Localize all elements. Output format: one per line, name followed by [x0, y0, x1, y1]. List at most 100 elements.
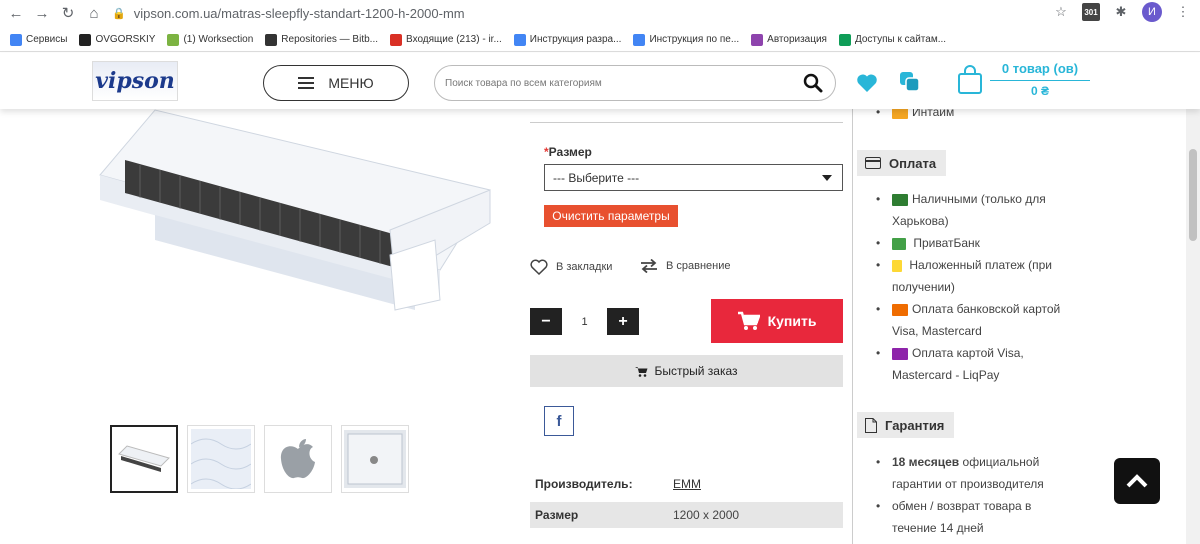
search-input[interactable]: Поиск товара по всем категориям: [434, 65, 836, 101]
quantity-input[interactable]: 1: [562, 308, 607, 335]
scroll-to-top-button[interactable]: [1114, 458, 1160, 504]
quantity-minus-button[interactable]: −: [530, 308, 562, 335]
cart-bag-icon[interactable]: [956, 65, 984, 95]
product-main-image[interactable]: [95, 105, 495, 315]
bookmark-item[interactable]: Входящие (213) - ir...: [390, 33, 502, 46]
facebook-share-button[interactable]: f: [544, 406, 574, 436]
quick-order-button[interactable]: Быстрый заказ: [530, 355, 843, 387]
bookmark-item[interactable]: Инструкция разра...: [513, 33, 622, 46]
heart-icon[interactable]: [856, 73, 878, 93]
bookmark-label: Сервисы: [26, 34, 68, 45]
bookmark-label: Инструкция разра...: [529, 34, 622, 45]
puzzle-icon[interactable]: ✱: [1112, 3, 1130, 21]
payment-item: • ПриватБанк: [876, 236, 980, 250]
bookmark-favicon-icon: [751, 33, 764, 46]
payment-label: Оплата банковской картой Visa, Mastercar…: [892, 302, 1061, 338]
bookmark-item[interactable]: (1) Worksection: [167, 33, 254, 46]
cart-summary[interactable]: 0 товар (ов) 0 ₴: [990, 61, 1090, 98]
bookmark-favicon-icon: [167, 33, 180, 46]
bookmark-item[interactable]: Авторизация: [751, 33, 827, 46]
hamburger-icon: [298, 77, 315, 89]
search-icon[interactable]: [803, 73, 823, 93]
spec-key: Производитель:: [535, 477, 633, 491]
star-icon[interactable]: ☆: [1052, 3, 1070, 21]
bookmark-favicon-icon: [633, 33, 646, 46]
payment-item: • Оплата банковской картой Visa, Masterca…: [876, 302, 1061, 338]
thumbnail-3[interactable]: [264, 425, 332, 493]
profile-avatar[interactable]: И: [1142, 2, 1162, 22]
cart-icon: [737, 311, 760, 330]
menu-button[interactable]: МЕНЮ: [263, 65, 409, 101]
spec-key: Размер: [535, 508, 579, 522]
quantity-plus-button[interactable]: +: [607, 308, 639, 335]
heart-outline-icon: [530, 259, 548, 275]
forward-icon[interactable]: →: [32, 3, 52, 23]
menu-label: МЕНЮ: [328, 75, 374, 91]
wishlist-link[interactable]: В закладки: [530, 259, 612, 275]
home-icon[interactable]: ⌂: [84, 3, 104, 23]
payment-label: ПриватБанк: [910, 236, 980, 250]
bookmark-label: Доступы к сайтам...: [854, 34, 947, 45]
bookmark-item[interactable]: Сервисы: [10, 33, 68, 46]
size-label: *Размер: [544, 145, 592, 159]
reload-icon[interactable]: ↻: [58, 3, 78, 23]
kebab-menu-icon[interactable]: ⋮: [1174, 3, 1192, 21]
cart-small-icon: [635, 366, 648, 377]
thumbnail-strip: [110, 425, 409, 493]
lock-icon: 🔒: [112, 7, 126, 20]
site-header: vipson МЕНЮ Поиск товара по всем категор…: [0, 53, 1200, 109]
bookmark-favicon-icon: [79, 33, 92, 46]
manufacturer-link[interactable]: EMM: [673, 477, 701, 491]
compare-label: В сравнение: [666, 260, 731, 272]
compare-link[interactable]: В сравнение: [640, 259, 731, 273]
payment-label: Оплата картой Visa, Mastercard - LiqPay: [892, 346, 1024, 382]
back-icon[interactable]: ←: [6, 3, 26, 23]
bookmark-favicon-icon: [513, 33, 526, 46]
chevron-down-icon: [822, 175, 832, 181]
cart-count: 0 товар (ов): [1001, 61, 1079, 76]
page-scrollbar[interactable]: [1186, 109, 1200, 544]
cart-sum: 0 ₴: [1030, 84, 1049, 98]
buy-button[interactable]: Купить: [711, 299, 843, 343]
payment-label: Наложенный платеж (при получении): [892, 258, 1053, 294]
size-label-text: Размер: [548, 145, 592, 159]
warranty-item: • 18 месяцев официальной гарантии от прои…: [876, 455, 1044, 491]
document-icon: [865, 417, 877, 433]
address-bar[interactable]: 🔒 vipson.com.ua/matras-sleepfly-standart…: [112, 2, 1072, 24]
site-logo[interactable]: vipson: [92, 61, 178, 101]
spec-row-size: Размер 1200 x 2000: [530, 502, 843, 528]
payment-item: • Наличными (только для Харькова): [876, 192, 1046, 228]
compare-icon[interactable]: [898, 70, 922, 94]
browser-toolbar: ← → ↻ ⌂ 🔒 vipson.com.ua/matras-sleepfly-…: [0, 0, 1200, 26]
wishlist-label: В закладки: [556, 261, 613, 273]
payment-title: Оплата: [889, 155, 937, 171]
chevron-up-icon: [1126, 474, 1148, 488]
search-placeholder: Поиск товара по всем категориям: [445, 77, 602, 89]
warranty-duration: 18 месяцев: [892, 455, 960, 469]
bookmark-item[interactable]: Инструкция по пе...: [633, 33, 740, 46]
bookmark-favicon-icon: [838, 33, 851, 46]
buy-label: Купить: [767, 313, 817, 329]
ext-badge-icon[interactable]: 301: [1082, 3, 1100, 21]
thumbnail-2[interactable]: [187, 425, 255, 493]
thumbnail-1[interactable]: [110, 425, 178, 493]
bookmark-item[interactable]: Repositories — Bitb...: [265, 33, 378, 46]
bookmark-label: Инструкция по пе...: [649, 34, 740, 45]
quick-order-label: Быстрый заказ: [654, 364, 738, 378]
credit-card-icon: [865, 157, 881, 169]
thumbnail-4[interactable]: [341, 425, 409, 493]
bookmark-favicon-icon: [10, 33, 22, 46]
scroll-thumb[interactable]: [1189, 149, 1197, 241]
bookmark-label: OVGORSKIY: [95, 34, 156, 45]
size-select-value: --- Выберите ---: [553, 170, 640, 185]
bookmark-label: (1) Worksection: [183, 34, 254, 45]
size-select[interactable]: --- Выберите ---: [544, 164, 843, 191]
sidebar-divider: [852, 109, 853, 544]
bookmark-item[interactable]: Доступы к сайтам...: [838, 33, 947, 46]
payment-item: • Оплата картой Visa, Mastercard - LiqPay: [876, 346, 1024, 382]
spec-value: 1200 x 2000: [673, 508, 740, 522]
clear-params-button[interactable]: Очистить параметры: [544, 205, 678, 227]
exchange-icon: [641, 259, 657, 273]
bookmarks-bar: Сервисы OVGORSKIY (1) Worksection Repositor…: [0, 28, 1200, 52]
bookmark-item[interactable]: OVGORSKIY: [79, 33, 156, 46]
